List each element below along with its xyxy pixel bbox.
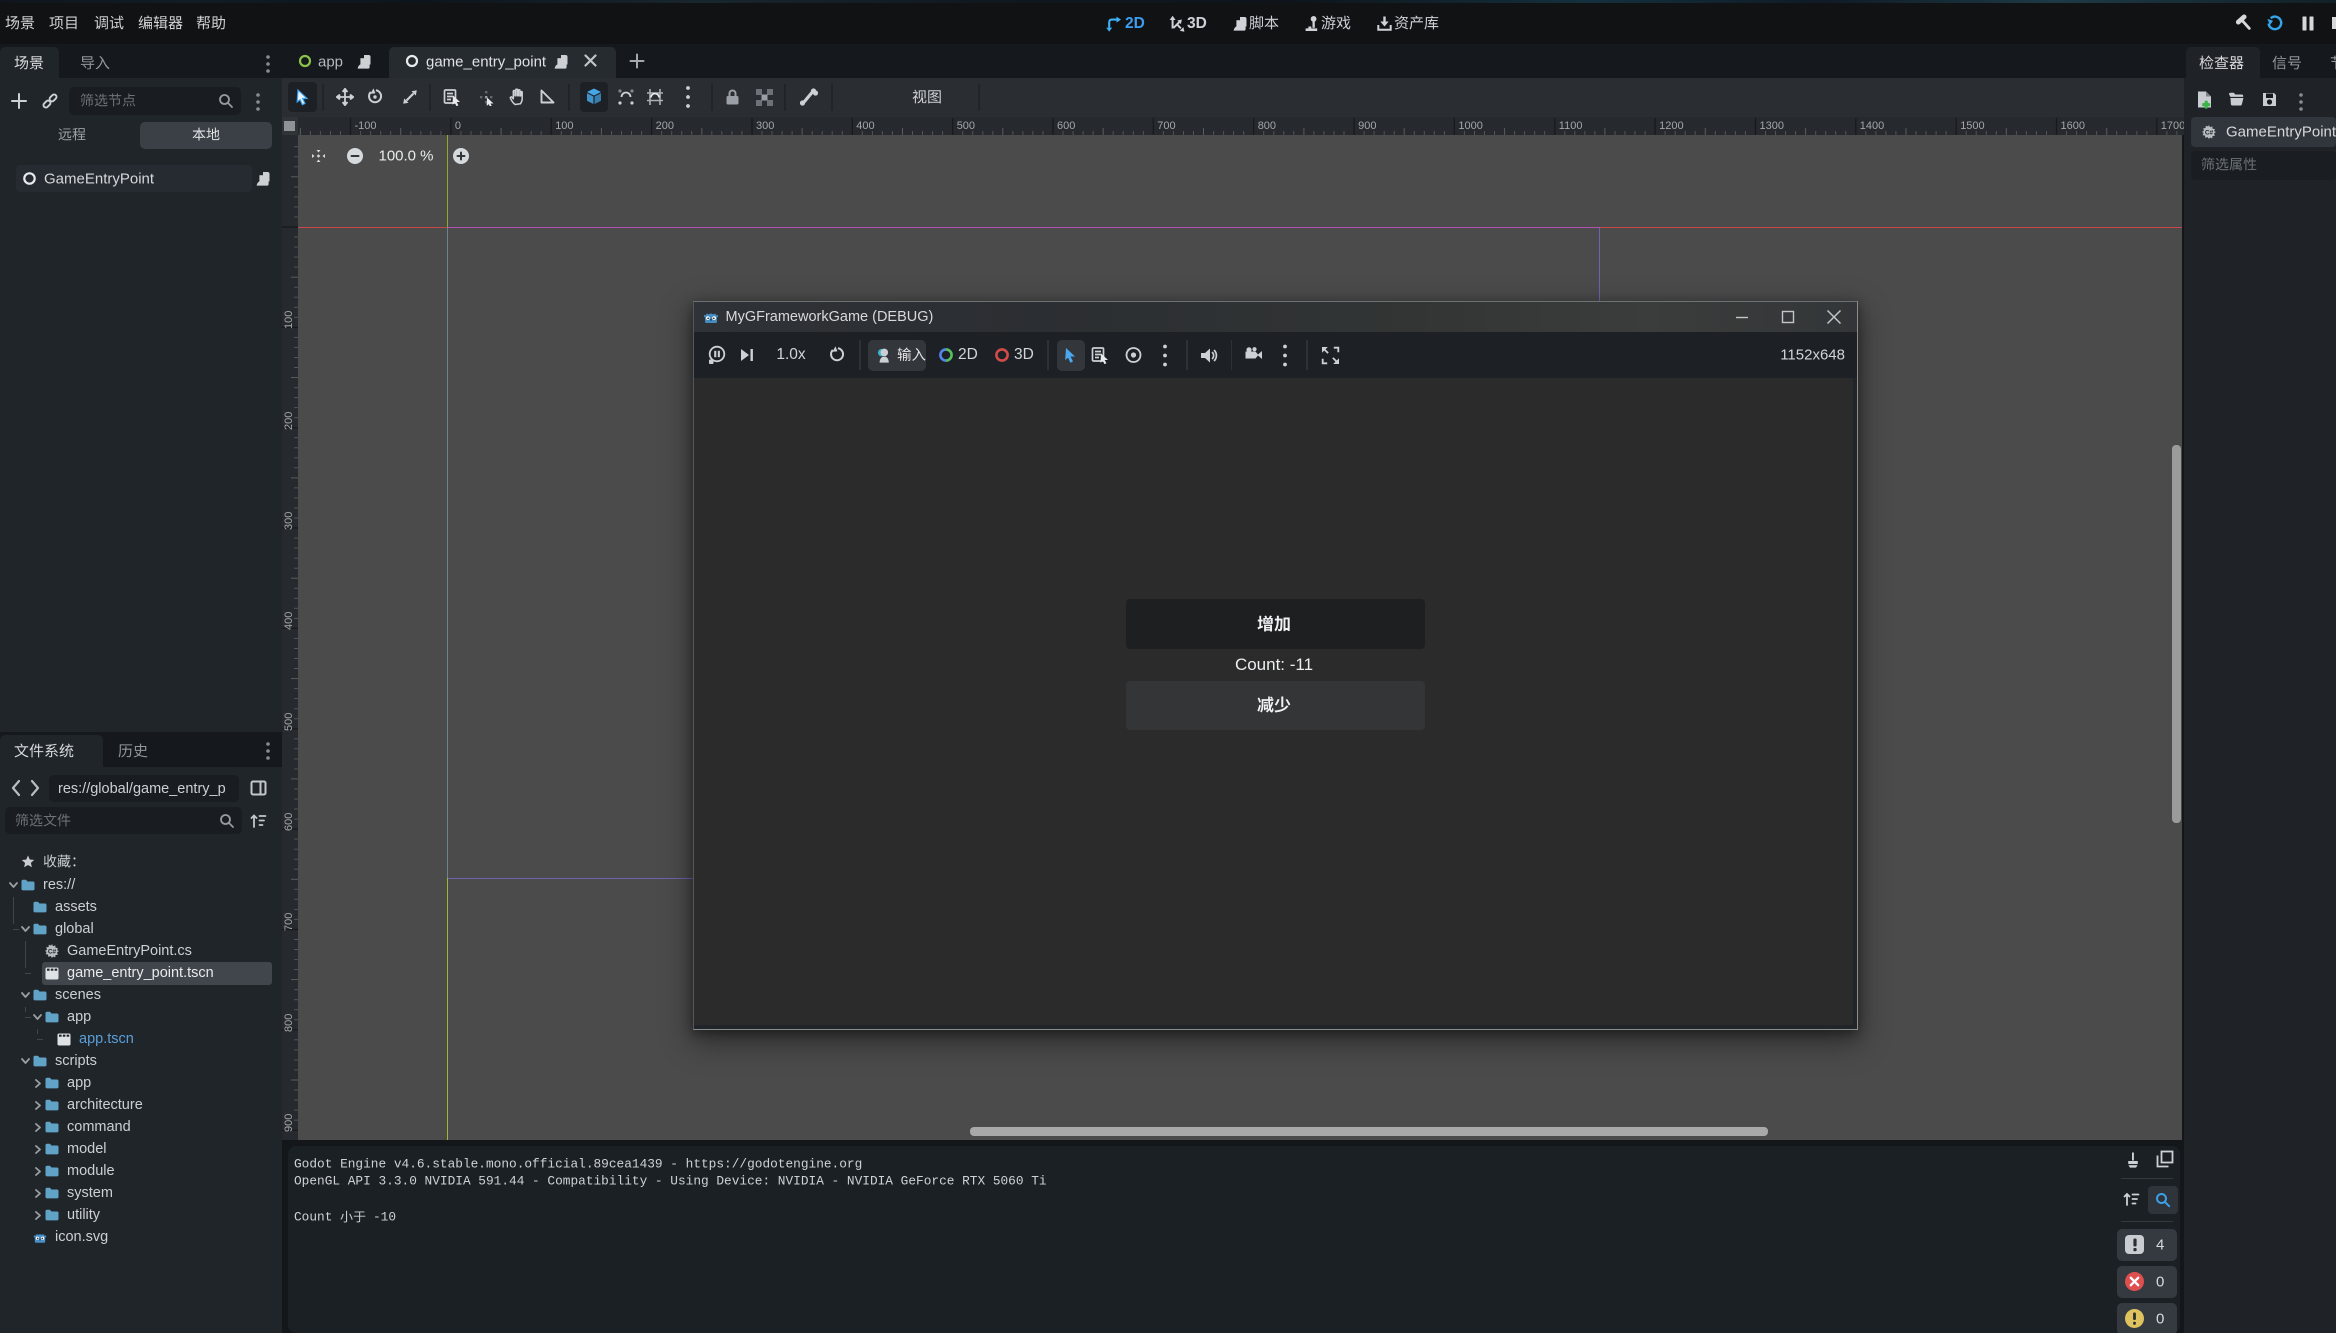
svg-text:C#: C# (2205, 130, 2214, 137)
